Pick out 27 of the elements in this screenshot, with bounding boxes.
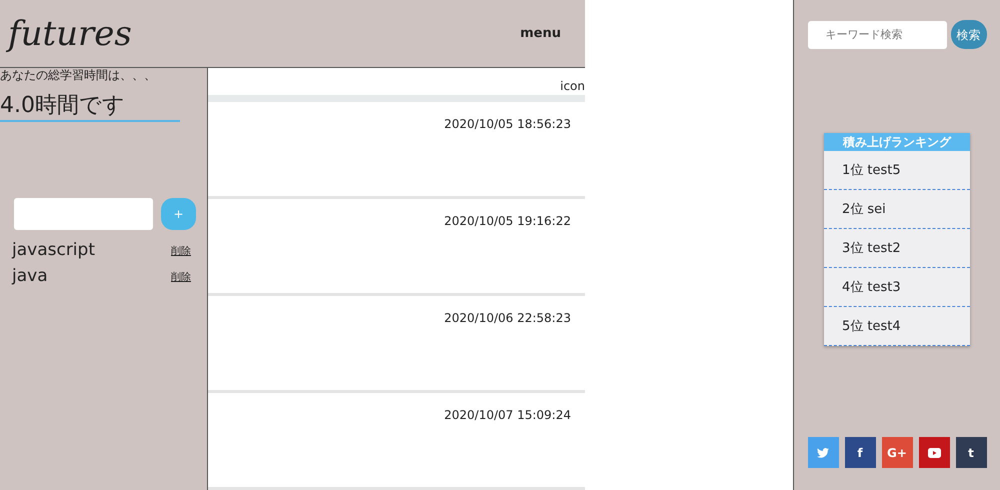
search-field[interactable]: キーワード検索	[808, 20, 946, 48]
ranking-item[interactable]: 5位 test4	[824, 307, 970, 346]
post-timestamp: 2020/10/05 18:56:23	[444, 117, 571, 131]
post-timestamp: 2020/10/06 22:58:23	[444, 311, 571, 325]
social-link[interactable]: f	[844, 437, 876, 468]
ranking-title: 積み上げランキング	[824, 133, 970, 151]
study-time-label: あなたの総学習時間は、、、	[0, 68, 157, 82]
logo[interactable]: futures	[8, 16, 132, 50]
social-link[interactable]: G+	[882, 437, 912, 468]
play-icon[interactable]	[918, 437, 950, 468]
post-timestamp: 2020/10/07 15:09:24	[444, 408, 571, 422]
delete-link[interactable]: 削除	[171, 244, 191, 258]
ranking-item[interactable]: 2位 sei	[824, 190, 970, 229]
social-link[interactable]: t	[956, 437, 986, 468]
post-timestamp: 2020/10/05 19:16:22	[444, 214, 571, 228]
delete-link[interactable]: 削除	[171, 270, 191, 284]
menu-link[interactable]: menu	[520, 24, 561, 44]
ranking-item[interactable]: 3位 test2	[824, 229, 970, 268]
tag-input-field[interactable]	[14, 198, 153, 230]
search-button[interactable]: 検索	[950, 20, 986, 49]
ranking-item[interactable]: 4位 test3	[824, 268, 970, 307]
icon-label: icon	[560, 79, 585, 93]
twitter-bird-icon[interactable]	[808, 437, 838, 468]
tag-name: javascript	[12, 239, 95, 262]
ranking-item[interactable]: 1位 test5	[824, 151, 970, 190]
tag-name: java	[12, 265, 48, 288]
study-time-total: 4.0時間です	[0, 92, 180, 122]
